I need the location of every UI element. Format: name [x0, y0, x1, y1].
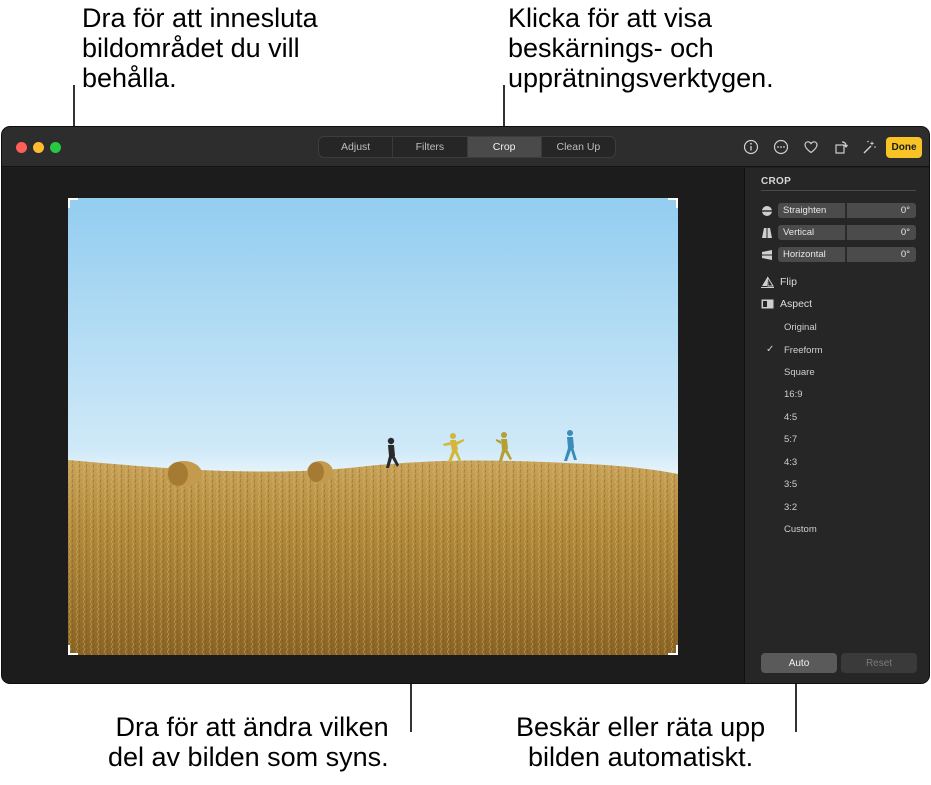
aspect-option-3-2[interactable]: 3:2: [784, 502, 797, 513]
done-button[interactable]: Done: [886, 137, 922, 158]
straighten-slider[interactable]: Straighten 0°: [778, 203, 916, 218]
tab-crop[interactable]: Crop: [467, 137, 542, 157]
crop-sidebar: CROP Straighten 0° Vertical 0° Horizonta…: [744, 168, 929, 683]
aspect-icon: [761, 299, 774, 309]
flip-button[interactable]: Flip: [761, 276, 797, 288]
close-window-button[interactable]: [16, 142, 27, 153]
zoom-window-button[interactable]: [50, 142, 61, 153]
aspect-option-3-5[interactable]: 3:5: [784, 479, 797, 490]
horizontal-slider-handle[interactable]: [845, 247, 847, 262]
crop-handle-top-right[interactable]: [668, 198, 678, 208]
horizontal-label: Horizontal: [783, 249, 826, 260]
sidebar-divider: [761, 190, 916, 191]
aspect-option-4-5[interactable]: 4:5: [784, 412, 797, 423]
checkmark-icon: ✓: [766, 344, 775, 355]
horizontal-perspective-icon: [762, 250, 772, 260]
straighten-slider-row: Straighten 0°: [761, 203, 916, 218]
vertical-slider-handle[interactable]: [845, 225, 847, 240]
callout-crop-tools: Klicka för att visa beskärnings- och upp…: [508, 3, 774, 93]
horizontal-value: 0°: [900, 249, 910, 260]
sidebar-title: CROP: [761, 176, 792, 187]
crop-handle-top-left[interactable]: [68, 198, 78, 208]
aspect-option-4-3[interactable]: 4:3: [784, 457, 797, 468]
aspect-header: Aspect: [761, 298, 812, 310]
leader-line-auto: [795, 676, 797, 732]
reset-button[interactable]: Reset: [841, 653, 917, 673]
tab-clean-up[interactable]: Clean Up: [542, 137, 615, 157]
aspect-option-16-9[interactable]: 16:9: [784, 389, 803, 400]
aspect-option-original[interactable]: Original: [784, 322, 817, 333]
vertical-slider-row: Vertical 0°: [761, 225, 916, 240]
photo-image[interactable]: [68, 198, 678, 655]
photos-window: Adjust Filters Crop Clean Up Done CROP S…: [1, 126, 930, 684]
flip-label: Flip: [780, 276, 797, 288]
aspect-label: Aspect: [780, 298, 813, 310]
edit-mode-tabs: Adjust Filters Crop Clean Up: [318, 136, 616, 158]
callout-reposition: Dra för att ändra vilken del av bilden s…: [108, 712, 389, 772]
crop-handle-bottom-right[interactable]: [668, 645, 678, 655]
aspect-option-freeform[interactable]: Freeform: [784, 345, 823, 356]
aspect-option-custom[interactable]: Custom: [784, 524, 817, 535]
straighten-value: 0°: [900, 205, 910, 216]
info-icon[interactable]: [742, 138, 760, 156]
title-bar: Adjust Filters Crop Clean Up Done: [2, 127, 929, 167]
vertical-label: Vertical: [783, 227, 815, 238]
horizontal-slider-row: Horizontal 0°: [761, 247, 916, 262]
more-icon[interactable]: [772, 138, 790, 156]
vertical-perspective-icon: [762, 228, 772, 238]
magic-wand-icon[interactable]: [860, 138, 878, 156]
vertical-slider[interactable]: Vertical 0°: [778, 225, 916, 240]
straighten-slider-handle[interactable]: [845, 203, 847, 218]
straighten-icon: [761, 206, 773, 216]
photo-field-scene: [68, 198, 678, 655]
aspect-option-square[interactable]: Square: [784, 367, 815, 378]
crop-handle-bottom-left[interactable]: [68, 645, 78, 655]
rotate-icon[interactable]: [832, 138, 850, 156]
auto-button[interactable]: Auto: [761, 653, 837, 673]
heart-icon[interactable]: [802, 138, 820, 156]
flip-icon: [761, 276, 774, 288]
aspect-option-5-7[interactable]: 5:7: [784, 434, 797, 445]
minimize-window-button[interactable]: [33, 142, 44, 153]
horizontal-slider[interactable]: Horizontal 0°: [778, 247, 916, 262]
photo-canvas[interactable]: [2, 168, 744, 683]
vertical-value: 0°: [900, 227, 910, 238]
tab-filters[interactable]: Filters: [393, 137, 468, 157]
callout-auto: Beskär eller räta upp bilden automatiskt…: [516, 712, 766, 772]
callout-crop-area: Dra för att innesluta bildområdet du vil…: [82, 3, 318, 93]
tab-adjust[interactable]: Adjust: [319, 137, 394, 157]
straighten-label: Straighten: [783, 205, 827, 216]
